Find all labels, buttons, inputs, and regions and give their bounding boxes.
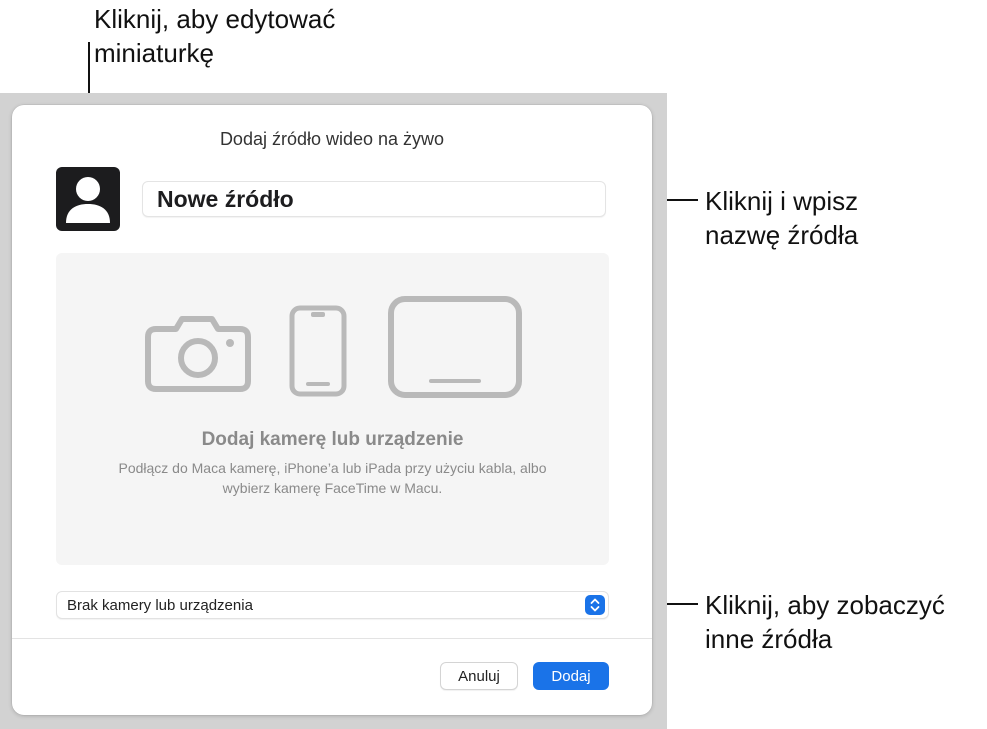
callout-name: Kliknij i wpisz nazwę źródła <box>705 186 859 250</box>
person-silhouette-icon <box>66 177 110 223</box>
drop-area-title: Dodaj kamerę lub urządzenie <box>201 429 464 450</box>
iphone-icon <box>289 305 347 397</box>
callout-thumbnail: Kliknij, aby edytować miniaturkę <box>94 4 336 68</box>
cancel-button[interactable]: Anuluj <box>440 662 518 690</box>
camera-icon <box>145 316 251 392</box>
ipad-icon <box>388 296 522 398</box>
add-button[interactable]: Dodaj <box>533 662 609 690</box>
thumbnail-button[interactable] <box>56 167 120 231</box>
footer-divider <box>12 638 652 639</box>
dialog-title: Dodaj źródło wideo na żywo <box>219 129 445 149</box>
add-live-video-dialog: Dodaj źródło wideo na żywo Nowe źródło D… <box>12 105 652 715</box>
source-selected-value: Brak kamery lub urządzenia <box>67 597 253 614</box>
chevron-up-down-icon[interactable] <box>585 595 605 615</box>
callout-sources: Kliknij, aby zobaczyć inne źródła <box>705 590 945 654</box>
source-name-field[interactable]: Nowe źródło <box>142 181 606 217</box>
device-drop-area: Dodaj kamerę lub urządzenie Podłącz do M… <box>56 253 609 565</box>
drop-area-description: Podłącz do Maca kamerę, iPhone’a lub iPa… <box>118 460 547 496</box>
source-popup-menu[interactable]: Brak kamery lub urządzenia <box>56 591 609 619</box>
